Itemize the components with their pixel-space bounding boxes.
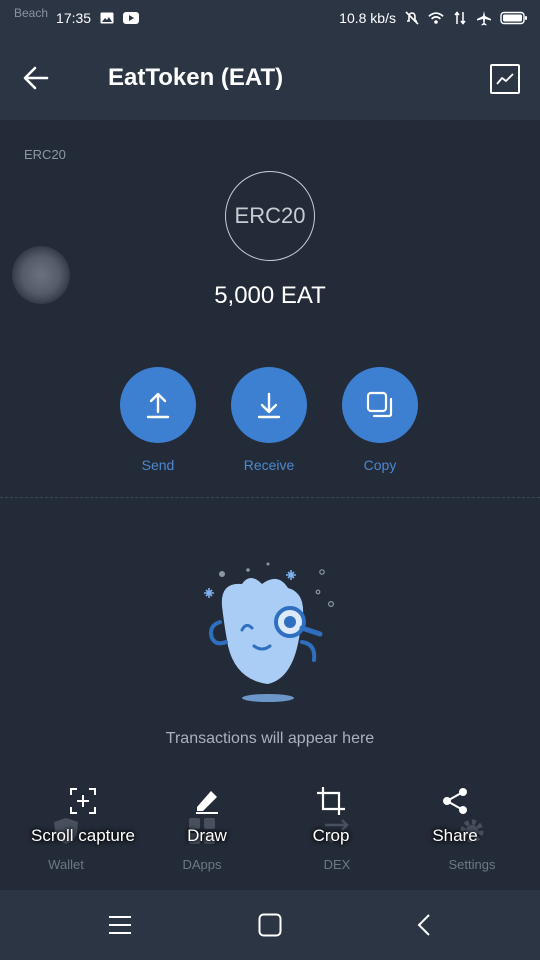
copy-button[interactable]: Copy <box>335 367 425 473</box>
action-row: Send Receive Copy <box>0 367 540 477</box>
crop-button[interactable]: Crop <box>266 786 396 846</box>
section-divider <box>0 497 540 498</box>
download-icon <box>257 392 281 419</box>
back-button[interactable] <box>18 60 54 96</box>
receive-button-circle <box>231 367 307 443</box>
recents-button[interactable] <box>102 907 138 943</box>
battery-icon <box>500 11 528 25</box>
menu-icon <box>109 916 131 934</box>
chart-icon <box>496 73 514 85</box>
airplane-icon <box>476 11 492 26</box>
send-button[interactable]: Send <box>113 367 203 473</box>
empty-transactions-illustration <box>190 562 350 704</box>
image-icon <box>99 11 115 25</box>
scroll-capture-label: Scroll capture <box>31 826 135 845</box>
send-label: Send <box>141 457 175 473</box>
scroll-capture-icon <box>68 786 98 816</box>
carrier-label: Beach <box>14 6 49 20</box>
home-button[interactable] <box>252 907 288 943</box>
status-time: 17:35 <box>56 10 92 26</box>
arrow-left-icon <box>23 66 49 90</box>
send-button-circle <box>120 367 196 443</box>
network-speed: 10.8 kb/s <box>339 10 396 26</box>
wifi-icon <box>428 11 444 25</box>
copy-label: Copy <box>363 457 397 473</box>
price-chart-button[interactable] <box>490 64 520 94</box>
share-icon <box>440 786 470 816</box>
home-square-icon <box>258 913 282 937</box>
draw-label: Draw <box>187 826 227 845</box>
mute-icon <box>404 11 420 25</box>
crop-label: Crop <box>312 826 350 845</box>
screenshot-toolbar: Scroll capture Draw Crop Share <box>0 780 540 860</box>
draw-button[interactable]: Draw <box>142 786 272 846</box>
upload-icon <box>146 392 170 419</box>
token-standard-label: ERC20 <box>24 147 66 162</box>
copy-button-circle <box>342 367 418 443</box>
token-balance: 5,000 EAT <box>214 282 326 309</box>
status-bar: Beach 17:35 10.8 kb/s <box>0 0 540 36</box>
receive-button[interactable]: Receive <box>224 367 314 473</box>
empty-transactions-message: Transactions will appear here <box>165 730 375 747</box>
token-detail-content: ERC20 ERC20 5,000 EAT Send Receive Copy <box>0 120 540 890</box>
token-logo: ERC20 <box>225 171 315 261</box>
back-nav-button[interactable] <box>406 907 442 943</box>
scroll-capture-button[interactable]: Scroll capture <box>18 786 148 846</box>
app-bar: EatToken (EAT) <box>0 36 540 120</box>
crop-icon <box>316 786 346 816</box>
copy-icon <box>366 391 393 418</box>
receive-label: Receive <box>243 457 295 473</box>
pen-icon <box>192 786 222 816</box>
system-nav-bar <box>0 890 540 960</box>
token-logo-text: ERC20 <box>234 203 306 228</box>
share-label: Share <box>432 826 478 845</box>
data-arrows-icon <box>452 11 468 25</box>
share-button[interactable]: Share <box>390 786 520 846</box>
page-title: EatToken (EAT) <box>108 64 284 91</box>
youtube-icon <box>123 11 140 25</box>
chevron-left-icon <box>417 914 430 936</box>
